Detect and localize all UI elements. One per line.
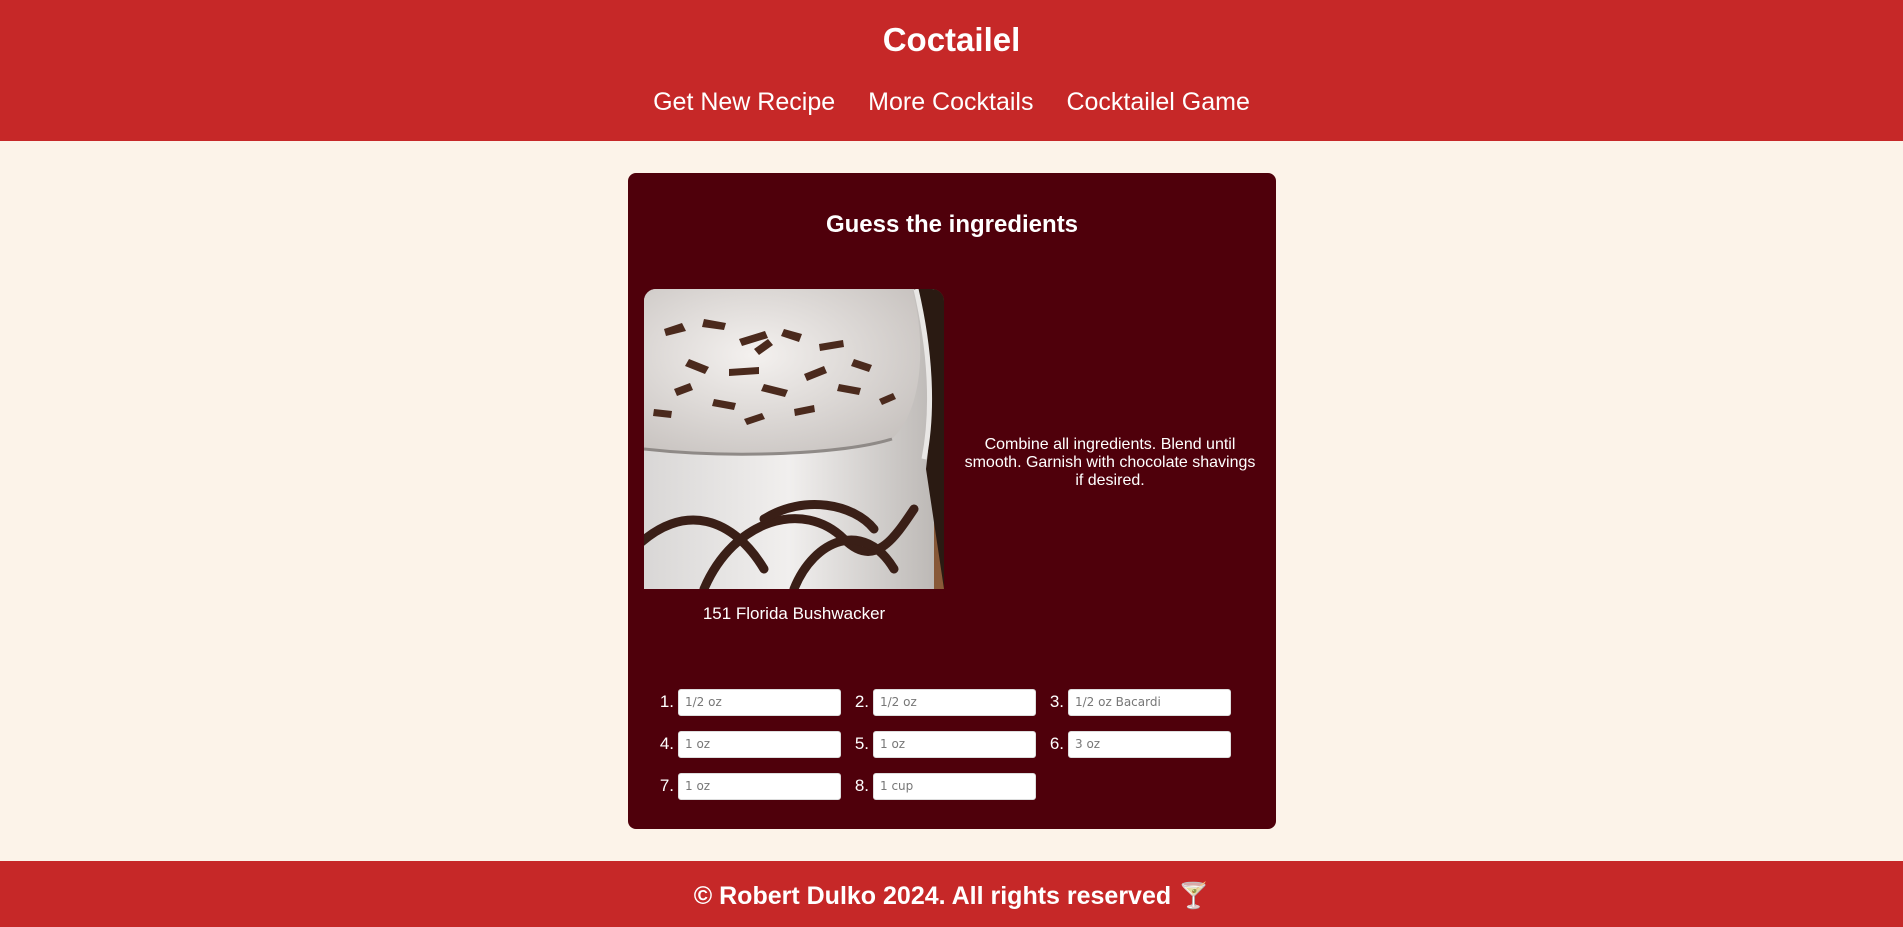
ingredient-input[interactable] [678, 772, 841, 800]
ingredient-number: 3. [1049, 692, 1064, 711]
ingredient-row: 8. [843, 771, 1036, 801]
ingredient-input[interactable] [873, 772, 1036, 800]
nav-more-cocktails[interactable]: More Cocktails [868, 86, 1033, 118]
ingredient-input[interactable] [1068, 688, 1231, 716]
ingredient-number: 2. [854, 692, 869, 711]
ingredient-row: 5. [843, 729, 1036, 759]
drink-name: 151 Florida Bushwacker [702, 604, 886, 623]
game-card: Guess the ingredients 151 Florida Bushwa… [628, 173, 1276, 829]
ingredient-number: 7. [659, 776, 674, 795]
ingredient-number: 1. [659, 692, 674, 711]
game-title: Guess the ingredients [825, 211, 1079, 238]
ingredient-row: 2. [843, 687, 1036, 717]
cocktail-photo [644, 289, 944, 589]
ingredient-number: 5. [854, 734, 869, 753]
ingredient-input[interactable] [678, 730, 841, 758]
ingredient-number: 6. [1049, 734, 1064, 753]
nav-cocktailel-game[interactable]: Cocktailel Game [1066, 86, 1249, 118]
copyright-text: © Robert Dulko 2024. All rights reserved… [693, 882, 1210, 910]
main-nav: Get New Recipe More Cocktails Cocktailel… [0, 86, 1903, 118]
ingredient-row: 4. [648, 729, 841, 759]
ingredient-row: 3. [1038, 687, 1231, 717]
ingredient-input[interactable] [873, 730, 1036, 758]
ingredient-input[interactable] [873, 688, 1036, 716]
site-title: Coctailel [882, 21, 1021, 58]
nav-get-new-recipe[interactable]: Get New Recipe [653, 86, 835, 118]
ingredient-row: 6. [1038, 729, 1231, 759]
ingredient-input[interactable] [1068, 730, 1231, 758]
recipe-instructions: Combine all ingredients. Blend until smo… [964, 436, 1256, 489]
ingredient-input[interactable] [678, 688, 841, 716]
site-header: Coctailel Get New Recipe More Cocktails … [0, 0, 1903, 141]
ingredient-number: 8. [854, 776, 869, 795]
ingredient-row: 1. [648, 687, 841, 717]
ingredient-row: 7. [648, 771, 841, 801]
site-footer: © Robert Dulko 2024. All rights reserved… [0, 861, 1903, 927]
ingredient-number: 4. [659, 734, 674, 753]
